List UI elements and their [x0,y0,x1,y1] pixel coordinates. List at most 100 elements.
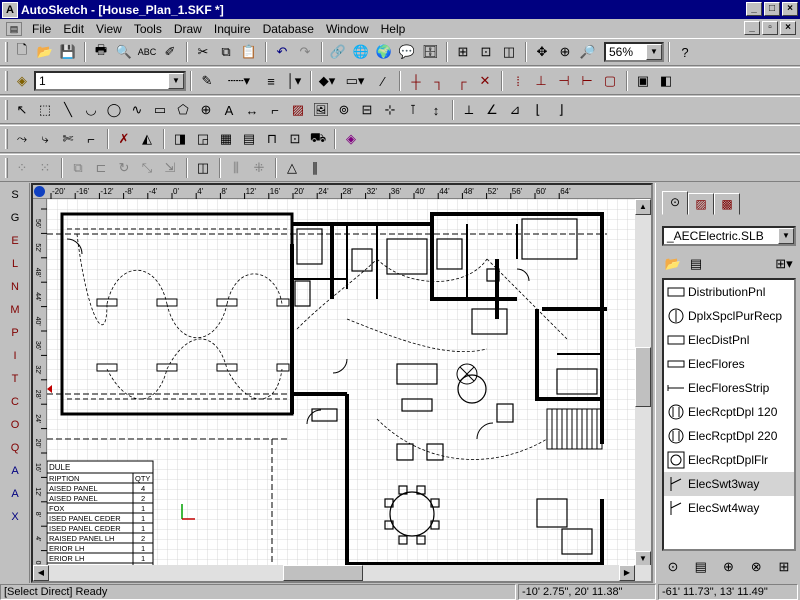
grid-icon[interactable]: ⊞ [452,41,474,63]
snap-perp-icon[interactable]: ⊥ [530,70,552,92]
rotate-icon[interactable]: ↻ [113,157,135,179]
insert-symbol-icon[interactable]: ⊙ [662,556,684,578]
tangent-snap-icon[interactable]: T [2,368,28,390]
rectangle-icon[interactable]: ▭ [149,99,171,121]
center-snap-icon[interactable]: C [2,391,28,413]
select-area-icon[interactable]: ⬚ [34,99,56,121]
measure-point-icon[interactable]: ⌋ [550,99,572,121]
menu-window[interactable]: Window [320,22,375,36]
symbol-item[interactable]: DplxSpclPurRecp [664,304,794,328]
scale-icon[interactable]: ⤡ [136,157,158,179]
intersect-snap-icon[interactable]: I [2,345,28,367]
line-style-icon[interactable]: ┄┄▾ [219,70,259,92]
snap-corner-icon[interactable]: ┌ [451,70,473,92]
array-icon[interactable]: ⁘ [11,157,33,179]
symbol-item[interactable]: ElecSwt4way [664,496,794,520]
leader-icon[interactable]: ⌐ [264,99,286,121]
stair-icon[interactable]: ▤ [238,128,260,150]
new-symbol-icon[interactable]: ⊕ [718,556,740,578]
menu-file[interactable]: File [26,22,57,36]
snap-grid-icon[interactable]: ⊡ [475,41,497,63]
select-arrow-icon[interactable]: ↖ [11,99,33,121]
extend-icon[interactable]: ⤷ [34,128,56,150]
menu-view[interactable]: View [90,22,128,36]
dim-text-icon[interactable]: ↕ [425,99,447,121]
text-icon[interactable]: A [218,99,240,121]
car-icon[interactable]: ⛟ [307,128,329,150]
vertical-scroll-thumb[interactable] [635,347,651,407]
endpoint-snap-icon[interactable]: E [2,230,28,252]
hatch-icon[interactable]: ▨ [287,99,309,121]
delete-symbol-icon[interactable]: ⊗ [745,556,767,578]
scroll-up-button[interactable]: ▲ [635,199,651,215]
quadrant-snap-icon[interactable]: Q [2,437,28,459]
symbol-item[interactable]: ElecRcptDpl 220 [664,424,794,448]
zoom-window-icon[interactable]: 🔎 [577,41,599,63]
chat-icon[interactable]: 💬 [396,41,418,63]
pan-icon[interactable]: ✥ [531,41,553,63]
ungroup-icon[interactable]: ◧ [655,70,677,92]
symbol-item[interactable]: ElecDistPnl [664,328,794,352]
symbol-item[interactable]: ElecFlores [664,352,794,376]
close-button[interactable]: × [782,2,798,16]
menu-inquire[interactable]: Inquire [208,22,257,36]
zoom-combo[interactable]: 56% ▼ [604,42,664,62]
library-options-icon[interactable]: ⊞▾ [773,253,795,275]
save-icon[interactable]: 💾 [57,41,79,63]
doc-close-button[interactable]: × [780,21,796,35]
snap-midpoint-icon[interactable]: ┐ [428,70,450,92]
fill-pattern-icon[interactable]: ▭▾ [339,70,371,92]
symbol-item[interactable]: ElecRcptDpl 120 [664,400,794,424]
measure-distance-icon[interactable]: ⟂ [458,99,480,121]
vertical-scrollbar[interactable]: ▲ ▼ [635,199,651,567]
doc-restore-button[interactable]: ▫ [762,21,778,35]
sink-icon[interactable]: ⊓ [261,128,283,150]
image-icon[interactable]: 🖼 [310,99,332,121]
stretch-icon[interactable]: ⇲ [159,157,181,179]
copy-icon[interactable]: ⧉ [215,41,237,63]
horizontal-scrollbar[interactable]: ◀ ▶ [33,565,651,581]
cabinet-icon[interactable]: ▦ [215,128,237,150]
library-combo[interactable]: _AECElectric.SLB ▼ [662,226,796,246]
snap-settings-icon[interactable]: S [2,184,28,206]
symbol-list[interactable]: DistributionPnl DplxSpclPurRecp ElecDist… [662,278,796,551]
symbol-item[interactable]: DistributionPnl [664,280,794,304]
symbol-properties-icon[interactable]: ▤ [690,556,712,578]
appliance-icon[interactable]: ⊡ [284,128,306,150]
maximize-button[interactable]: □ [764,2,780,16]
undo-icon[interactable]: ↶ [271,41,293,63]
print-icon[interactable]: 🖶 [90,41,112,63]
align-icon[interactable]: ⫼ [225,157,247,179]
new-file-icon[interactable]: 🗋 [11,41,33,63]
chevron-down-icon[interactable]: ▼ [168,73,184,89]
distribute-icon[interactable]: ⁜ [248,157,270,179]
menu-database[interactable]: Database [257,22,320,36]
zoom-in-icon[interactable]: ⊕ [554,41,576,63]
symbol-item[interactable]: ElecRcptDplFlr [664,448,794,472]
measure-area-icon[interactable]: ⊿ [504,99,526,121]
drawing-canvas[interactable]: -20' -16' -12' -8' -4' 0' 4' 8' 12' 16' 20' 24' 28' 3… [31,183,653,583]
print-preview-icon[interactable]: 🔍 [113,41,135,63]
tab-patterns[interactable]: ▩ [714,193,740,215]
snap-tangent-icon[interactable]: ⊣ [553,70,575,92]
cut-icon[interactable]: ✂ [192,41,214,63]
triangle-icon[interactable]: △ [281,157,303,179]
mirror-icon[interactable]: ◭ [136,128,158,150]
nearest-snap-icon[interactable]: N [2,276,28,298]
horizontal-scroll-thumb[interactable] [283,565,363,581]
snap-intersect-icon[interactable]: ✕ [474,70,496,92]
line-width-icon[interactable]: ≡ [260,70,282,92]
spell-check-icon[interactable]: ABC [136,41,158,63]
open-file-icon[interactable]: 📂 [34,41,56,63]
autosketch-app-icon[interactable]: A [2,1,18,18]
eyedropper-icon[interactable]: ⁄ [372,70,394,92]
web-icon[interactable]: 🌐 [350,41,372,63]
snap-grid-point-icon[interactable]: ⁞ [507,70,529,92]
x-align-icon[interactable]: X [2,506,28,528]
snap-center-icon[interactable]: ▢ [599,70,621,92]
trim-icon[interactable]: ⤳ [11,128,33,150]
polygon-icon[interactable]: ⬠ [172,99,194,121]
copy-entity-icon[interactable]: ⊏ [90,157,112,179]
redo-icon[interactable]: ↷ [294,41,316,63]
web-publish-icon[interactable]: 🌍 [373,41,395,63]
